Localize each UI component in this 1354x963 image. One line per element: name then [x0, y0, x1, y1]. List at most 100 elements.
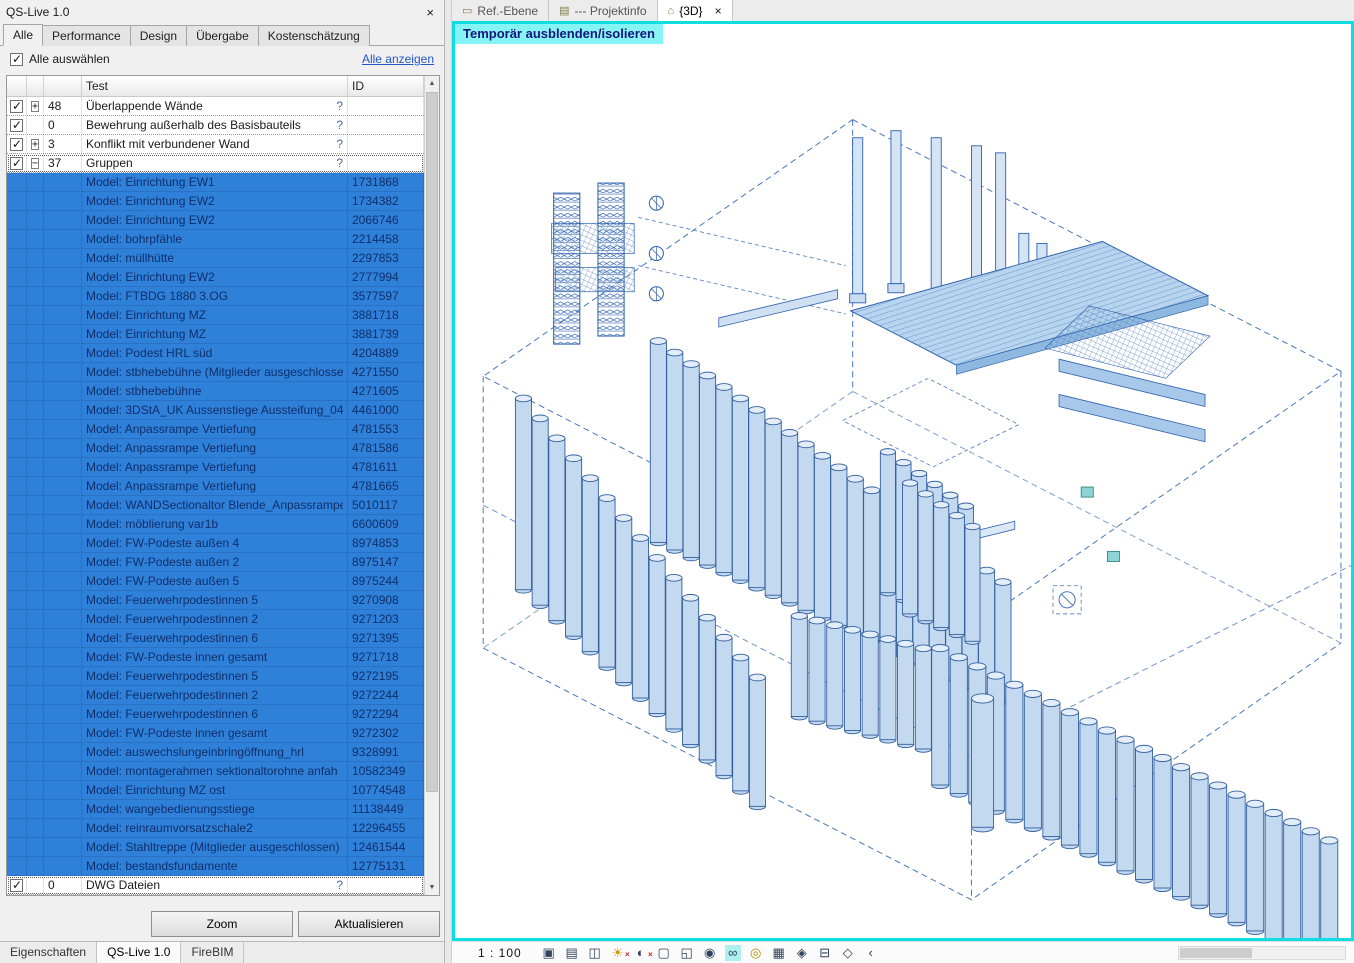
dock-tab-qs-live[interactable]: QS-Live 1.0 [97, 942, 181, 963]
dock-tab-firebim[interactable]: FireBIM [181, 942, 244, 963]
help-link[interactable]: ? [336, 99, 343, 113]
help-link[interactable]: ? [336, 118, 343, 132]
expand-icon[interactable]: + [31, 139, 39, 150]
panel-splitter[interactable] [445, 0, 452, 963]
shadows-icon[interactable]: ◐× [633, 945, 649, 961]
panel-tab-design[interactable]: Design [130, 25, 187, 46]
help-link[interactable]: ? [336, 137, 343, 151]
header-test-column[interactable]: Test [82, 76, 348, 96]
scrollbar-thumb[interactable] [1180, 948, 1252, 958]
row-checkbox[interactable] [10, 157, 23, 170]
3d-viewport[interactable]: Temporär ausblenden/isolieren [452, 21, 1354, 941]
model-item-row[interactable]: Model: Feuerwehrpodestinnen 29271203 [7, 610, 424, 629]
model-item-row[interactable]: Model: FW-Podeste außen 48974853 [7, 534, 424, 553]
expand-icon[interactable]: + [31, 101, 39, 112]
model-item-row[interactable]: Model: bohrpfähle2214458 [7, 230, 424, 249]
zoom-button[interactable]: Zoom [151, 911, 293, 937]
model-item-row[interactable]: Model: stbhebebühne (Mitglieder ausgesch… [7, 363, 424, 382]
model-item-row[interactable]: Model: FW-Podeste innen gesamt9272302 [7, 724, 424, 743]
model-item-row[interactable]: Model: Einrichtung EW22066746 [7, 211, 424, 230]
model-item-row[interactable]: Model: Einrichtung EW22777994 [7, 268, 424, 287]
model-item-row[interactable]: Model: Feuerwehrpodestinnen 59270908 [7, 591, 424, 610]
model-item-row[interactable]: Model: Einrichtung MZ3881718 [7, 306, 424, 325]
crop-view-icon[interactable]: ▢ [656, 945, 672, 961]
model-item-row[interactable]: Model: FW-Podeste außen 58975244 [7, 572, 424, 591]
row-checkbox[interactable] [10, 879, 23, 892]
panel-tab-performance[interactable]: Performance [42, 25, 131, 46]
model-item-row[interactable]: Model: wangebedienungsstiege11138449 [7, 800, 424, 819]
model-item-row[interactable]: Model: 3DStA_UK Aussenstiege Aussteifung… [7, 401, 424, 420]
model-item-row[interactable]: Model: stbhebebühne4271605 [7, 382, 424, 401]
unlocked-view-icon[interactable]: ◉ [702, 945, 718, 961]
model-item-row[interactable]: Model: Anpassrampe Vertiefung4781553 [7, 420, 424, 439]
model-item-row[interactable]: Model: Einrichtung EW21734382 [7, 192, 424, 211]
test-group-row[interactable]: +48Überlappende Wände? [7, 97, 424, 116]
model-item-row[interactable]: Model: möblierung var1b6600609 [7, 515, 424, 534]
horizontal-scrollbar[interactable] [1178, 946, 1346, 960]
dock-tab-eigenschaften[interactable]: Eigenschaften [0, 942, 97, 963]
detail-level-icon[interactable]: ▤ [564, 945, 580, 961]
model-item-row[interactable]: Model: Anpassrampe Vertiefung4781665 [7, 477, 424, 496]
model-item-row[interactable]: Model: bestandsfundamente12775131 [7, 857, 424, 876]
fit-to-window-icon[interactable]: ▣ [541, 945, 557, 961]
select-all-checkbox[interactable] [10, 53, 23, 66]
model-item-row[interactable]: Model: Anpassrampe Vertiefung4781586 [7, 439, 424, 458]
collapse-bar-icon[interactable]: ‹ [863, 945, 879, 961]
model-item-row[interactable]: Model: FW-Podeste innen gesamt9271718 [7, 648, 424, 667]
panel-titlebar[interactable]: QS-Live 1.0 × [0, 0, 444, 22]
model-item-row[interactable]: Model: Feuerwehrpodestinnen 29272244 [7, 686, 424, 705]
panel-tab-kostenschaetzung[interactable]: Kostenschätzung [258, 25, 370, 46]
scroll-up-icon[interactable]: ▲ [425, 76, 439, 91]
model-item-row[interactable]: Model: Stahltreppe (Mitglieder ausgeschl… [7, 838, 424, 857]
row-checkbox[interactable] [10, 119, 23, 132]
temporary-view-properties-icon[interactable]: ▦ [771, 945, 787, 961]
model-item-row[interactable]: Model: FTBDG 1880 3.OG3577597 [7, 287, 424, 306]
test-group-row[interactable]: −37Gruppen? [7, 154, 424, 173]
show-crop-region-icon[interactable]: ◱ [679, 945, 695, 961]
model-item-row[interactable]: Model: Einrichtung MZ ost10774548 [7, 781, 424, 800]
test-group-row[interactable]: 0Bewehrung außerhalb des Basisbauteils? [7, 116, 424, 135]
panel-tab-uebergabe[interactable]: Übergabe [186, 25, 259, 46]
help-link[interactable]: ? [336, 156, 343, 170]
show-all-link[interactable]: Alle anzeigen [362, 52, 434, 66]
model-item-row[interactable]: Model: WANDSectionaltor Blende_Anpassram… [7, 496, 424, 515]
displaced-elements-icon[interactable]: ◈ [794, 945, 810, 961]
refresh-button[interactable]: Aktualisieren [298, 911, 440, 937]
row-checkbox[interactable] [10, 100, 23, 113]
model-item-row[interactable]: Model: reinraumvorsatzschale212296455 [7, 819, 424, 838]
help-link[interactable]: ? [336, 878, 343, 892]
collapse-icon[interactable]: − [31, 158, 39, 169]
model-item-row[interactable]: Model: Einrichtung EW11731868 [7, 173, 424, 192]
view-tab-ref-ebene[interactable]: ▭Ref.-Ebene [452, 0, 549, 21]
model-item-row[interactable]: Model: Anpassrampe Vertiefung4781611 [7, 458, 424, 477]
model-item-row[interactable]: Model: müllhütte2297853 [7, 249, 424, 268]
model-item-row[interactable]: Model: montagerahmen sektionaltorohne an… [7, 762, 424, 781]
view-tab-3d[interactable]: ⌂{3D}× [658, 0, 733, 21]
model-item-row[interactable]: Model: auswechslungeinbringöffnung_hrl93… [7, 743, 424, 762]
temporary-hide-isolate-icon[interactable]: ∞ [725, 945, 741, 961]
close-view-icon[interactable]: × [715, 4, 722, 18]
model-item-row[interactable]: Model: Feuerwehrpodestinnen 59272195 [7, 667, 424, 686]
model-item-row[interactable]: Model: Feuerwehrpodestinnen 69271395 [7, 629, 424, 648]
visual-style-icon[interactable]: ◫ [587, 945, 603, 961]
test-group-row[interactable]: +3Konflikt mit verbundener Wand? [7, 135, 424, 154]
model-item-row[interactable]: Model: FW-Podeste außen 28975147 [7, 553, 424, 572]
scroll-down-icon[interactable]: ▼ [425, 880, 439, 895]
panel-tab-alle[interactable]: Alle [3, 24, 43, 46]
reveal-constraints-icon[interactable]: ⊟ [817, 945, 833, 961]
model-id: 9272294 [348, 705, 424, 723]
model-item-row[interactable]: Model: Einrichtung MZ3881739 [7, 325, 424, 344]
reveal-hidden-elements-icon[interactable]: ◎ [748, 945, 764, 961]
test-group-row[interactable]: 0DWG Dateien? [7, 876, 424, 895]
scrollbar-thumb[interactable] [426, 92, 438, 792]
view-scale-button[interactable]: 1 : 100 [478, 946, 522, 960]
sun-path-icon[interactable]: ☀× [610, 945, 626, 961]
view-tab-projektinfo[interactable]: ▤--- Projektinfo [549, 0, 657, 21]
panel-close-icon[interactable]: × [426, 5, 434, 20]
header-id-column[interactable]: ID [348, 76, 424, 96]
model-item-row[interactable]: Model: Feuerwehrpodestinnen 69272294 [7, 705, 424, 724]
row-checkbox[interactable] [10, 138, 23, 151]
model-item-row[interactable]: Model: Podest HRL süd4204889 [7, 344, 424, 363]
vertical-scrollbar[interactable]: ▲ ▼ [424, 76, 439, 895]
analytical-model-icon[interactable]: ◇ [840, 945, 856, 961]
